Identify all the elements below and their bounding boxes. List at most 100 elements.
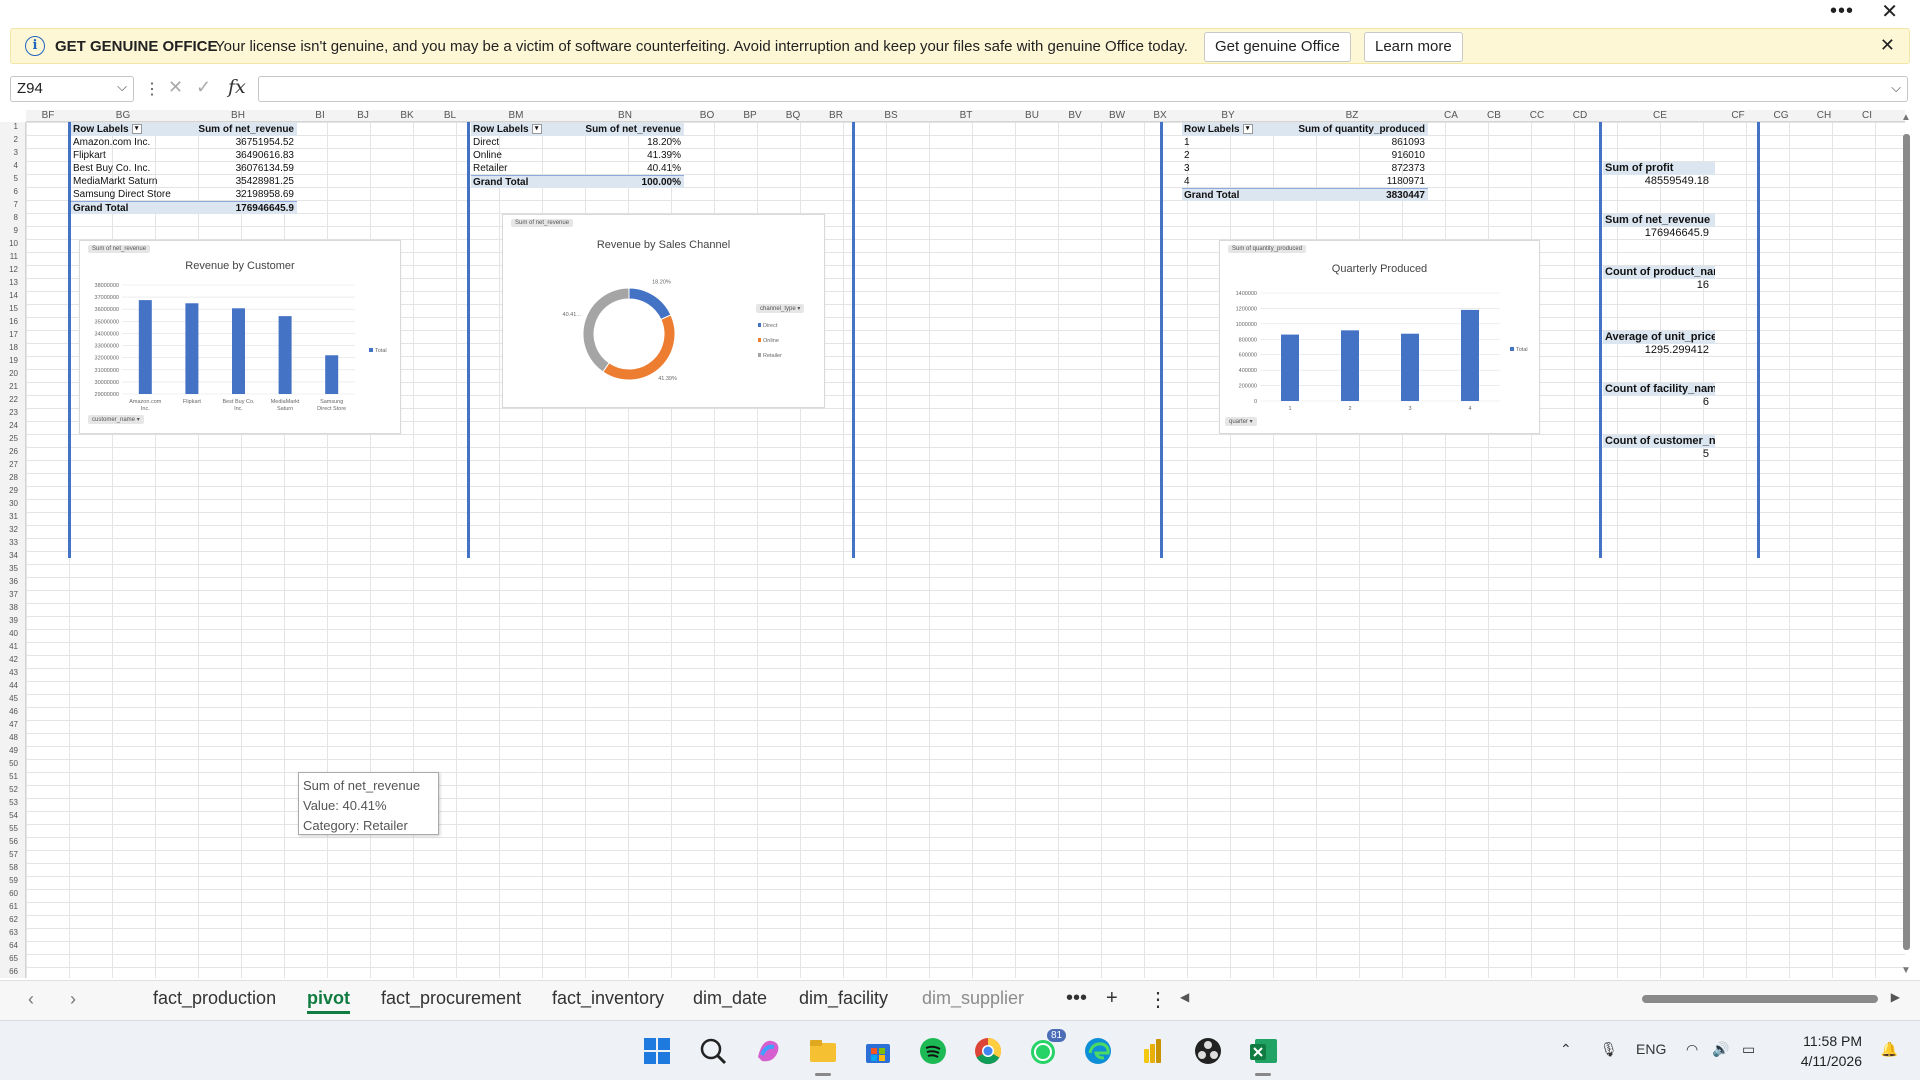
column-header[interactable]: BX — [1153, 110, 1166, 121]
row-header[interactable]: 42 — [0, 655, 18, 664]
sheet-tab-pivot[interactable]: pivot — [307, 988, 350, 1014]
row-header[interactable]: 36 — [0, 577, 18, 586]
vertical-scrollbar[interactable]: ▲ ▼ — [1900, 112, 1914, 976]
sheet-tab-fact-production[interactable]: fact_production — [153, 988, 276, 1009]
row-header[interactable]: 29 — [0, 486, 18, 495]
pivot-row[interactable]: Direct 18.20% — [471, 136, 684, 149]
summary-block[interactable]: Count of facility_name 6 — [1603, 383, 1715, 409]
column-header[interactable]: BY — [1221, 110, 1234, 121]
pivot-table-channel[interactable]: Row Labels ▾ Sum of net_revenue Direct 18.… — [471, 123, 684, 188]
scroll-right-icon[interactable]: ▶ — [1891, 990, 1900, 1004]
row-header[interactable]: 9 — [0, 226, 18, 235]
sheet-tab-fact-procurement[interactable]: fact_procurement — [381, 988, 521, 1009]
row-header[interactable]: 15 — [0, 304, 18, 313]
chart-revenue-by-customer[interactable]: Sum of net_revenue Revenue by Customer 3… — [79, 240, 401, 434]
row-header[interactable]: 63 — [0, 928, 18, 937]
pivot-row[interactable]: 3 872373 — [1182, 162, 1428, 175]
column-header[interactable]: BG — [116, 110, 130, 121]
row-header[interactable]: 52 — [0, 785, 18, 794]
column-header[interactable]: CH — [1817, 110, 1831, 121]
row-header[interactable]: 18 — [0, 343, 18, 352]
column-header[interactable]: BQ — [786, 110, 800, 121]
pivot-row[interactable]: Flipkart 36490616.83 — [71, 149, 297, 162]
column-header[interactable]: BH — [231, 110, 245, 121]
chrome-icon[interactable] — [972, 1035, 1004, 1067]
row-header[interactable]: 21 — [0, 382, 18, 391]
search-icon[interactable] — [697, 1035, 729, 1067]
sheet-tab-dim-date[interactable]: dim_date — [693, 988, 767, 1009]
more-options-icon[interactable]: ••• — [1830, 0, 1854, 22]
pivot-row[interactable]: MediaMarkt Saturn 35428981.25 — [71, 175, 297, 188]
whatsapp-icon[interactable]: 81 — [1027, 1029, 1067, 1067]
row-header[interactable]: 38 — [0, 603, 18, 612]
column-header[interactable]: BZ — [1346, 110, 1359, 121]
row-header[interactable]: 26 — [0, 447, 18, 456]
show-hidden-icons-icon[interactable]: ⌃ — [1560, 1041, 1572, 1058]
row-header[interactable]: 49 — [0, 746, 18, 755]
column-header[interactable]: CC — [1530, 110, 1544, 121]
row-header[interactable]: 25 — [0, 434, 18, 443]
row-header[interactable]: 53 — [0, 798, 18, 807]
pivot-row[interactable]: 2 916010 — [1182, 149, 1428, 162]
row-header[interactable]: 2 — [0, 135, 18, 144]
donut-slice[interactable] — [582, 287, 630, 373]
scroll-thumb[interactable] — [1642, 995, 1878, 1003]
bar[interactable] — [1281, 334, 1299, 401]
wifi-icon[interactable]: ◠ — [1686, 1041, 1698, 1058]
scroll-left-icon[interactable]: ◀ — [1180, 990, 1189, 1004]
pivot-row[interactable]: Best Buy Co. Inc. 36076134.59 — [71, 162, 297, 175]
summary-block[interactable]: Count of product_name16 — [1603, 266, 1715, 292]
summary-block[interactable]: Average of unit_price 1295.299412 — [1603, 331, 1715, 357]
row-header[interactable]: 54 — [0, 811, 18, 820]
start-icon[interactable] — [641, 1035, 673, 1067]
column-header[interactable]: CE — [1653, 110, 1667, 121]
column-header[interactable]: BJ — [357, 110, 369, 121]
window-close-icon[interactable]: ✕ — [1881, 1, 1898, 23]
sheet-tab-fact-inventory[interactable]: fact_inventory — [552, 988, 664, 1009]
chart-revenue-by-channel[interactable]: Sum of net_revenue Revenue by Sales Chan… — [502, 214, 825, 408]
row-header[interactable]: 31 — [0, 512, 18, 521]
column-header[interactable]: BW — [1109, 110, 1125, 121]
battery-icon[interactable]: ▭ — [1742, 1041, 1755, 1058]
column-header[interactable]: BL — [444, 110, 456, 121]
power-bi-icon[interactable] — [1137, 1035, 1169, 1067]
edge-icon[interactable] — [1082, 1035, 1114, 1067]
clock[interactable]: 11:58 PM 4/11/2026 — [1801, 1031, 1862, 1071]
column-header[interactable]: CB — [1487, 110, 1501, 121]
row-header[interactable]: 16 — [0, 317, 18, 326]
summary-block[interactable]: Sum of profit 48559549.18 — [1603, 162, 1715, 188]
prev-sheet-icon[interactable]: ‹ — [28, 989, 34, 1010]
row-header[interactable]: 62 — [0, 915, 18, 924]
row-header[interactable]: 1 — [0, 122, 18, 131]
row-header[interactable]: 61 — [0, 902, 18, 911]
pivot-row[interactable]: Amazon.com Inc. 36751954.52 — [71, 136, 297, 149]
bar[interactable] — [138, 300, 152, 394]
row-header[interactable]: 11 — [0, 252, 18, 261]
column-header[interactable]: BP — [743, 110, 756, 121]
copilot-icon[interactable] — [752, 1035, 784, 1067]
row-header[interactable]: 58 — [0, 863, 18, 872]
row-header[interactable]: 28 — [0, 473, 18, 482]
chevron-down-icon[interactable]: ⌵ — [117, 79, 127, 95]
row-header[interactable]: 22 — [0, 395, 18, 404]
next-sheet-icon[interactable]: › — [70, 989, 76, 1010]
add-sheet-icon[interactable]: + — [1106, 987, 1118, 1010]
row-header[interactable]: 12 — [0, 265, 18, 274]
row-header[interactable]: 8 — [0, 213, 18, 222]
summary-block[interactable]: Count of customer_name5 — [1603, 435, 1715, 461]
horizontal-scrollbar[interactable]: ◀ ▶ — [1180, 990, 1900, 1006]
bar[interactable] — [325, 355, 339, 394]
formula-input[interactable]: ⌵ — [258, 76, 1908, 102]
column-header[interactable]: BT — [960, 110, 973, 121]
sheet-tab-dim-facility[interactable]: dim_facility — [799, 988, 888, 1009]
bar[interactable] — [1341, 330, 1359, 401]
row-header[interactable]: 66 — [0, 967, 18, 976]
pivot-row[interactable]: 4 1180971 — [1182, 175, 1428, 188]
sheet-options-icon[interactable]: ⋮ — [1148, 987, 1168, 1012]
row-header[interactable]: 44 — [0, 681, 18, 690]
row-header[interactable]: 24 — [0, 421, 18, 430]
row-header[interactable]: 59 — [0, 876, 18, 885]
row-header[interactable]: 64 — [0, 941, 18, 950]
scroll-down-icon[interactable]: ▼ — [1901, 965, 1911, 976]
pivot-row[interactable]: Samsung Direct Store 32198958.69 — [71, 188, 297, 201]
